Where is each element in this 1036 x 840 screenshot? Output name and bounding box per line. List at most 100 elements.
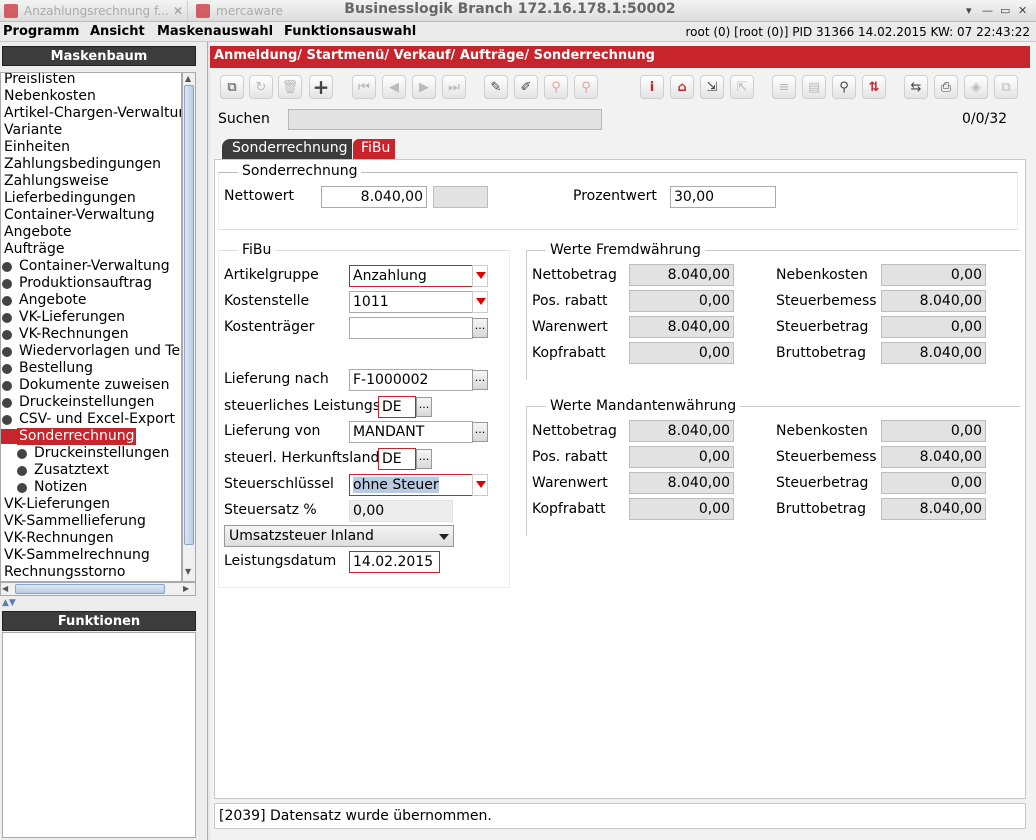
- mask-tree[interactable]: Preislisten Nebenkosten Artikel-Chargen-Ve…: [0, 72, 182, 582]
- last-icon[interactable]: ⏭: [442, 75, 466, 99]
- tree-item[interactable]: Artikel-Chargen-Verwaltung: [1, 105, 181, 122]
- scroll-right-icon[interactable]: ▶: [183, 584, 189, 593]
- splitter-arrows-icon[interactable]: ▲▼: [2, 598, 16, 608]
- copy-icon[interactable]: ⧉: [220, 75, 244, 99]
- scroll-thumb[interactable]: [184, 85, 194, 545]
- tree-item[interactable]: Sonderrechnung: [1, 428, 181, 445]
- edit-icon[interactable]: ✎: [484, 75, 508, 99]
- info-icon[interactable]: i: [640, 75, 664, 99]
- maximize-icon[interactable]: ▭: [1000, 4, 1010, 17]
- prozentwert-field[interactable]: 30,00: [670, 186, 776, 208]
- lieferung-nach-field[interactable]: F-1000002: [349, 369, 473, 391]
- tree-item[interactable]: CSV- und Excel-Export: [1, 411, 181, 428]
- list-icon[interactable]: ≡: [772, 75, 796, 99]
- tree-item[interactable]: Bestellung: [1, 360, 181, 377]
- first-icon[interactable]: ⏮: [352, 75, 376, 99]
- scroll-down-icon[interactable]: ▼: [185, 567, 191, 576]
- leistungsort-field[interactable]: DE: [378, 396, 416, 418]
- home-icon[interactable]: ⌂: [670, 75, 694, 99]
- import-icon[interactable]: ⇱: [730, 75, 754, 99]
- table-icon[interactable]: ▤: [802, 75, 826, 99]
- window-tab-mercaware[interactable]: mercaware: [192, 1, 296, 21]
- tree-item[interactable]: VK-Sammellieferung: [1, 513, 181, 530]
- tree-item[interactable]: Druckeinstellungen: [1, 445, 181, 462]
- tree-item[interactable]: Container-Verwaltung: [1, 258, 181, 275]
- copy-doc-icon[interactable]: ⧉: [994, 75, 1018, 99]
- tree-item[interactable]: Variante: [1, 122, 181, 139]
- tree-item[interactable]: Preislisten: [1, 73, 181, 88]
- umsatzsteuer-select[interactable]: Umsatzsteuer Inland: [224, 525, 454, 547]
- prev-icon[interactable]: ◀: [382, 75, 406, 99]
- minimize-icon[interactable]: —: [982, 4, 993, 17]
- search-icon[interactable]: ⚲: [832, 75, 856, 99]
- tree-item-label: Sonderrechnung: [17, 428, 137, 445]
- search-input[interactable]: [288, 109, 602, 130]
- browse-icon[interactable]: ...: [416, 449, 432, 469]
- window-tab-anzahlungsrechnung[interactable]: Anzahlungsrechnung f... ✕: [0, 1, 188, 21]
- tree-item[interactable]: Nebenkosten: [1, 88, 181, 105]
- kostenstelle-select[interactable]: 1011: [349, 291, 473, 313]
- scroll-up-icon[interactable]: ▲: [185, 74, 191, 83]
- scroll-left-icon[interactable]: ◀: [2, 584, 8, 593]
- chevron-down-icon[interactable]: [472, 265, 488, 287]
- tree-item[interactable]: Notizen: [1, 479, 181, 496]
- chevron-down-icon[interactable]: [472, 291, 488, 313]
- close-icon[interactable]: ✕: [173, 4, 183, 18]
- tree-item[interactable]: Aufträge: [1, 241, 181, 258]
- delete-icon[interactable]: 🗑: [278, 75, 302, 99]
- tree-item[interactable]: Produktionsauftrag: [1, 275, 181, 292]
- scroll-thumb-h[interactable]: [15, 584, 165, 594]
- tree-item[interactable]: Lieferbedingungen: [1, 190, 181, 207]
- tree-item[interactable]: Zusatztext: [1, 462, 181, 479]
- tree-item[interactable]: Container-Verwaltung: [1, 207, 181, 224]
- chevron-down-icon[interactable]: [472, 474, 488, 496]
- tree-horizontal-scrollbar[interactable]: ◀ ▶: [0, 582, 196, 596]
- tag-icon[interactable]: ◈: [964, 75, 988, 99]
- print-icon[interactable]: ⎙: [934, 75, 958, 99]
- herkunftsland-field[interactable]: DE: [378, 448, 416, 470]
- tab-fibu[interactable]: FiBu: [353, 139, 395, 159]
- export-icon[interactable]: ⇲: [700, 75, 724, 99]
- browse-icon[interactable]: ...: [472, 318, 488, 338]
- tree-item[interactable]: Druckeinstellungen: [1, 394, 181, 411]
- tree-item[interactable]: Dokumente zuweisen: [1, 377, 181, 394]
- browse-icon[interactable]: ...: [472, 422, 488, 442]
- leistungsdatum-field[interactable]: 14.02.2015: [349, 551, 440, 573]
- steuerschluessel-select[interactable]: ohne Steuer: [349, 474, 473, 496]
- tree-item[interactable]: VK-Rechnungen: [1, 326, 181, 343]
- close-window-icon[interactable]: ✕: [1018, 4, 1027, 17]
- tab-sonderrechnung[interactable]: Sonderrechnung: [222, 139, 352, 159]
- pin-icon[interactable]: ✐: [514, 75, 538, 99]
- next-icon[interactable]: ▶: [412, 75, 436, 99]
- tree-item[interactable]: VK-Rechnungen: [1, 530, 181, 547]
- chevron-down-icon: [439, 534, 449, 540]
- unlink-icon[interactable]: ⚲: [574, 75, 598, 99]
- browse-icon[interactable]: ...: [416, 397, 432, 417]
- menu-down-icon[interactable]: ▾: [966, 4, 972, 17]
- menu-ansicht[interactable]: Ansicht: [90, 24, 145, 39]
- menu-programm[interactable]: Programm: [3, 24, 79, 39]
- tree-item[interactable]: Zahlungsbedingungen: [1, 156, 181, 173]
- link-icon[interactable]: ⚲: [544, 75, 568, 99]
- tree-item[interactable]: Wiedervorlagen und Termine: [1, 343, 181, 360]
- switch-icon[interactable]: ⇆: [904, 75, 928, 99]
- tree-item[interactable]: VK-Sammelrechnung: [1, 547, 181, 564]
- menu-funktionsauswahl[interactable]: Funktionsauswahl: [284, 24, 416, 39]
- tree-item[interactable]: Einheiten: [1, 139, 181, 156]
- tree-item[interactable]: Zahlungsweise: [1, 173, 181, 190]
- sort-icon[interactable]: ⇅: [862, 75, 886, 99]
- browse-icon[interactable]: ...: [472, 370, 488, 390]
- nettowert-field[interactable]: 8.040,00: [321, 186, 427, 208]
- kostentraeger-field[interactable]: [349, 317, 473, 339]
- menu-maskenauswahl[interactable]: Maskenauswahl: [157, 24, 273, 39]
- refresh-icon[interactable]: ↻: [249, 75, 273, 99]
- tree-item[interactable]: Angebote: [1, 292, 181, 309]
- tree-item[interactable]: Angebote: [1, 224, 181, 241]
- tree-item[interactable]: VK-Lieferungen: [1, 309, 181, 326]
- tree-item[interactable]: Rechnungsstorno: [1, 564, 181, 581]
- tree-item[interactable]: VK-Lieferungen: [1, 496, 181, 513]
- add-icon[interactable]: +: [309, 75, 333, 99]
- tree-vertical-scrollbar[interactable]: ▲ ▼: [182, 72, 196, 582]
- lieferung-von-field[interactable]: MANDANT: [349, 421, 473, 443]
- artikelgruppe-select[interactable]: Anzahlung: [349, 265, 473, 287]
